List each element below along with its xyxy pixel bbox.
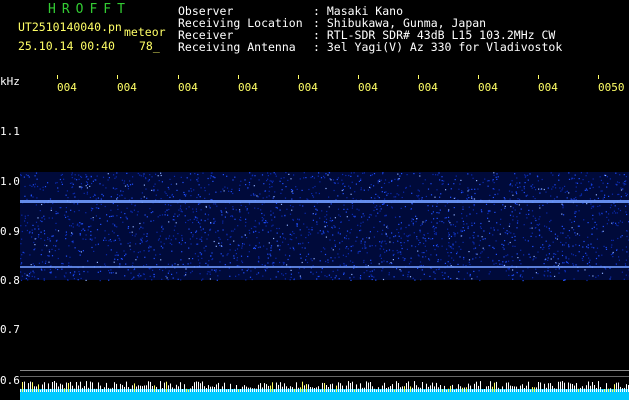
ref-line-2	[20, 376, 629, 377]
ref-line-1	[20, 370, 629, 371]
trace-upper	[20, 200, 629, 203]
datetime: 25.10.14 00:40	[18, 39, 115, 53]
trace-lower	[20, 266, 629, 268]
y-tick-label: 0.6	[0, 374, 20, 387]
filename: UT2510140040.pn	[18, 20, 122, 34]
y-tick-label: 0.9	[0, 225, 20, 238]
x-tick-label: 004	[57, 75, 77, 94]
x-tick-label: 004	[418, 75, 438, 94]
meteor-count: 78_	[139, 39, 160, 53]
antenna-label: Receiving Antenna	[178, 40, 296, 54]
brand-title: HROFFT	[48, 2, 131, 17]
y-tick-label: 1.0	[0, 175, 20, 188]
y-tick-label: 0.8	[0, 274, 20, 287]
x-tick-label: 004	[117, 75, 137, 94]
x-tick-label: 004	[298, 75, 318, 94]
x-tick-label: 004	[178, 75, 198, 94]
y-axis-unit: kHz	[0, 75, 20, 88]
x-tick-label: 004	[478, 75, 498, 94]
spectrogram	[20, 172, 629, 400]
y-tick-label: 0.7	[0, 323, 20, 336]
x-tick-label: 004	[238, 75, 258, 94]
x-tick-label: 004	[358, 75, 378, 94]
antenna-value: : 3el Yagi(V) Az 330 for Vladivostok	[313, 40, 563, 54]
y-tick-label: 1.1	[0, 125, 20, 138]
x-tick-label: 004	[538, 75, 558, 94]
x-tick-label: 0050	[598, 75, 625, 94]
filename-suffix: meteor	[124, 25, 166, 39]
